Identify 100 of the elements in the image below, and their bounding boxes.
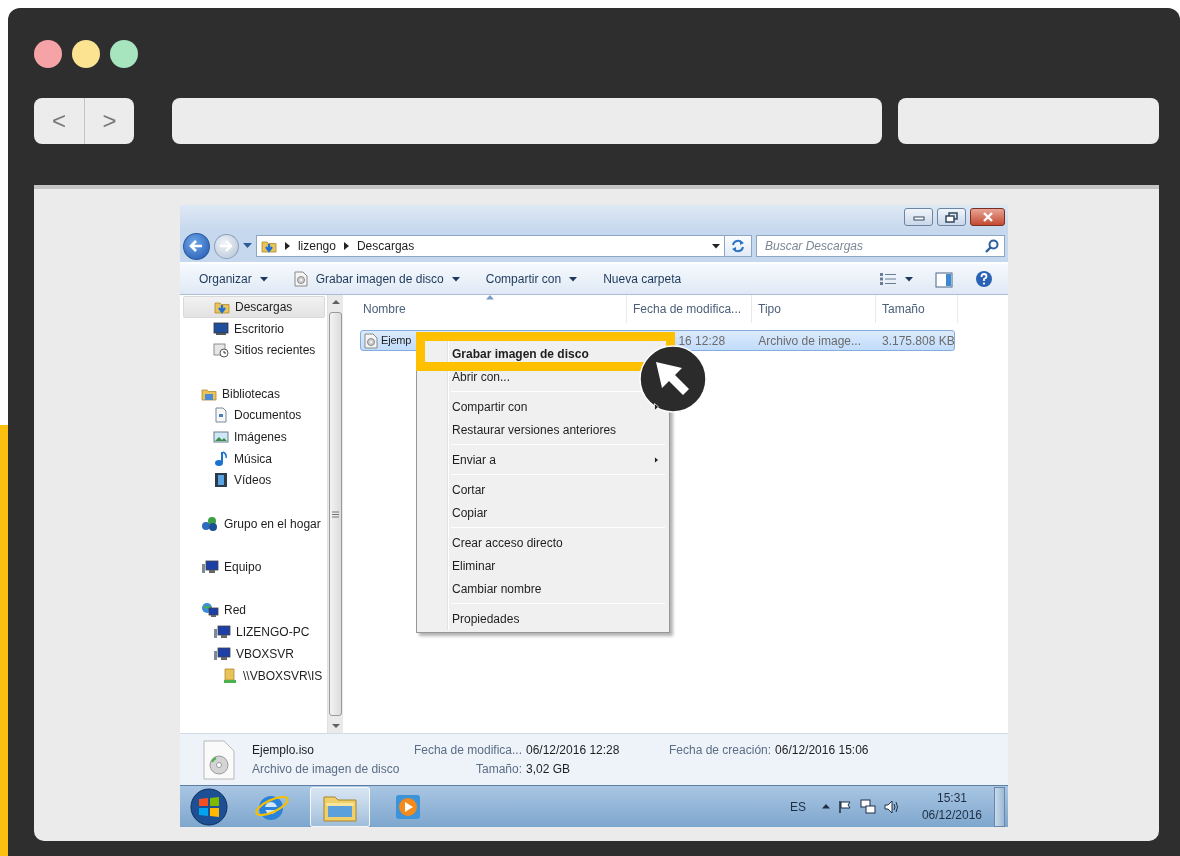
flag-icon[interactable]: [837, 799, 852, 814]
pane-icon: [935, 271, 953, 288]
menu-item[interactable]: Crear acceso directo: [419, 531, 667, 554]
music-note-icon: [213, 450, 229, 467]
table-cell-text: Ejemp: [381, 333, 412, 349]
disc-file-icon: [293, 271, 308, 287]
field-value: 06/12/2016 12:28: [526, 741, 620, 759]
field-label: Fecha de modifica...: [412, 741, 522, 759]
search-icon[interactable]: [985, 239, 999, 253]
shared-folder-icon: [222, 667, 238, 684]
start-orb-icon: [187, 786, 231, 827]
nav-item[interactable]: Vídeos: [180, 469, 327, 492]
toolbar-button[interactable]: Nueva carpeta: [596, 266, 689, 292]
nav-item[interactable]: Grupo en el hogar: [180, 512, 327, 535]
column-header[interactable]: Nombre: [343, 295, 627, 323]
toolbar-button[interactable]: Organizar: [192, 266, 275, 292]
menu-item[interactable]: Restaurar versiones anteriores: [419, 418, 667, 441]
breadcrumb-bar[interactable]: lizengo Descargas: [255, 235, 726, 257]
document-icon: [213, 407, 229, 424]
film-icon: [213, 472, 229, 489]
show-desktop-button[interactable]: [994, 786, 1005, 827]
nav-item[interactable]: Documentos: [180, 404, 327, 427]
restore-button[interactable]: [937, 208, 966, 226]
nav-item[interactable]: \\VBOXSVR\IS: [180, 664, 327, 687]
table-cell-text: 16 12:28: [678, 332, 726, 350]
column-header[interactable]: Tipo: [752, 295, 876, 323]
chevron-icon: [284, 242, 290, 250]
refresh-button[interactable]: [725, 235, 752, 257]
window-control-dot[interactable]: [110, 40, 138, 68]
show-hidden-icons-icon[interactable]: [821, 804, 830, 809]
toolbar-button[interactable]: Grabar imagen de disco: [286, 266, 467, 292]
breadcrumb-item[interactable]: lizengo: [297, 237, 336, 255]
download-folder-icon: [260, 238, 277, 254]
nav-item[interactable]: Sitios recientes: [180, 339, 327, 362]
field-label: Tamaño:: [474, 760, 522, 778]
field-label: Fecha de creación:: [669, 741, 772, 759]
menu-item[interactable]: Copiar: [419, 501, 667, 524]
nav-item[interactable]: Red: [180, 599, 327, 622]
image-icon: [213, 428, 229, 445]
clock[interactable]: 15:31 06/12/2016: [915, 790, 988, 823]
nav-item[interactable]: Imágenes: [180, 426, 327, 448]
close-button[interactable]: [970, 208, 1005, 226]
caret-icon: [451, 276, 460, 282]
dropdown-caret-icon[interactable]: [712, 243, 721, 249]
nav-item[interactable]: Escritorio: [180, 317, 327, 340]
field-value: 06/12/2016 15:06: [775, 741, 869, 759]
toolbar-button[interactable]: Compartir con: [478, 266, 585, 292]
nav-item[interactable]: LIZENGO-PC: [180, 621, 327, 643]
refresh-icon: [730, 239, 746, 253]
network-status-icon[interactable]: [859, 798, 876, 815]
nav-item[interactable]: Equipo: [180, 556, 327, 578]
grip-icon: [332, 510, 339, 518]
language-indicator[interactable]: ES: [789, 797, 806, 816]
nav-item[interactable]: Música: [180, 447, 327, 470]
volume-icon[interactable]: [883, 799, 900, 814]
close-icon: [981, 212, 994, 222]
file-name: Ejemplo.iso: [252, 741, 316, 759]
back-button[interactable]: <: [34, 98, 84, 144]
caret-icon: [905, 276, 913, 282]
details-view-icon: [879, 272, 897, 286]
caret-icon: [569, 276, 578, 282]
homegroup-icon: [201, 515, 219, 532]
file-type: Archivo de imagen de disco: [252, 760, 401, 778]
computer-icon: [213, 624, 231, 641]
window-control-dot[interactable]: [72, 40, 100, 68]
caret-icon: [259, 276, 268, 282]
minimize-icon: [912, 213, 925, 221]
column-header[interactable]: Fecha de modifica...: [627, 295, 752, 323]
recent-pages-caret-icon[interactable]: [242, 243, 252, 249]
scrollbar-thumb[interactable]: [329, 312, 342, 716]
menu-item[interactable]: Cambiar nombre: [419, 577, 667, 600]
minimize-button[interactable]: [904, 208, 933, 226]
arrow-right-icon: [219, 240, 234, 252]
chevron-icon: [343, 242, 349, 250]
table-cell-text: 3.175.808 KB: [882, 332, 955, 350]
monitor-icon: [213, 320, 229, 337]
submenu-arrow-icon: [654, 455, 659, 464]
menu-item[interactable]: Propiedades: [419, 607, 667, 630]
help-icon: [975, 270, 993, 289]
nav-item[interactable]: VBOXSVR: [180, 643, 327, 665]
nav-item[interactable]: Bibliotecas: [180, 382, 327, 405]
search-field[interactable]: Buscar Descargas: [756, 235, 1005, 257]
submenu-arrow-icon: [654, 402, 659, 411]
forward-button[interactable]: >: [84, 98, 134, 144]
computer-icon: [201, 559, 219, 576]
network-icon: [201, 602, 219, 619]
disc-file-icon: [364, 332, 378, 349]
window-control-dot[interactable]: [34, 40, 62, 68]
menu-item[interactable]: Eliminar: [419, 554, 667, 577]
table-cell-text: Archivo de image...: [758, 332, 861, 350]
restore-icon: [945, 211, 958, 223]
column-header[interactable]: Tamaño: [876, 295, 958, 323]
breadcrumb-item[interactable]: Descargas: [356, 237, 415, 255]
arrow-left-icon: [189, 240, 204, 252]
explorer-button[interactable]: [310, 786, 370, 827]
nav-item[interactable]: Descargas: [183, 296, 325, 318]
menu-item[interactable]: Cortar: [419, 478, 667, 501]
menu-item[interactable]: Enviar a: [419, 448, 667, 471]
back-button[interactable]: [183, 232, 210, 260]
window-icon: [213, 342, 229, 359]
